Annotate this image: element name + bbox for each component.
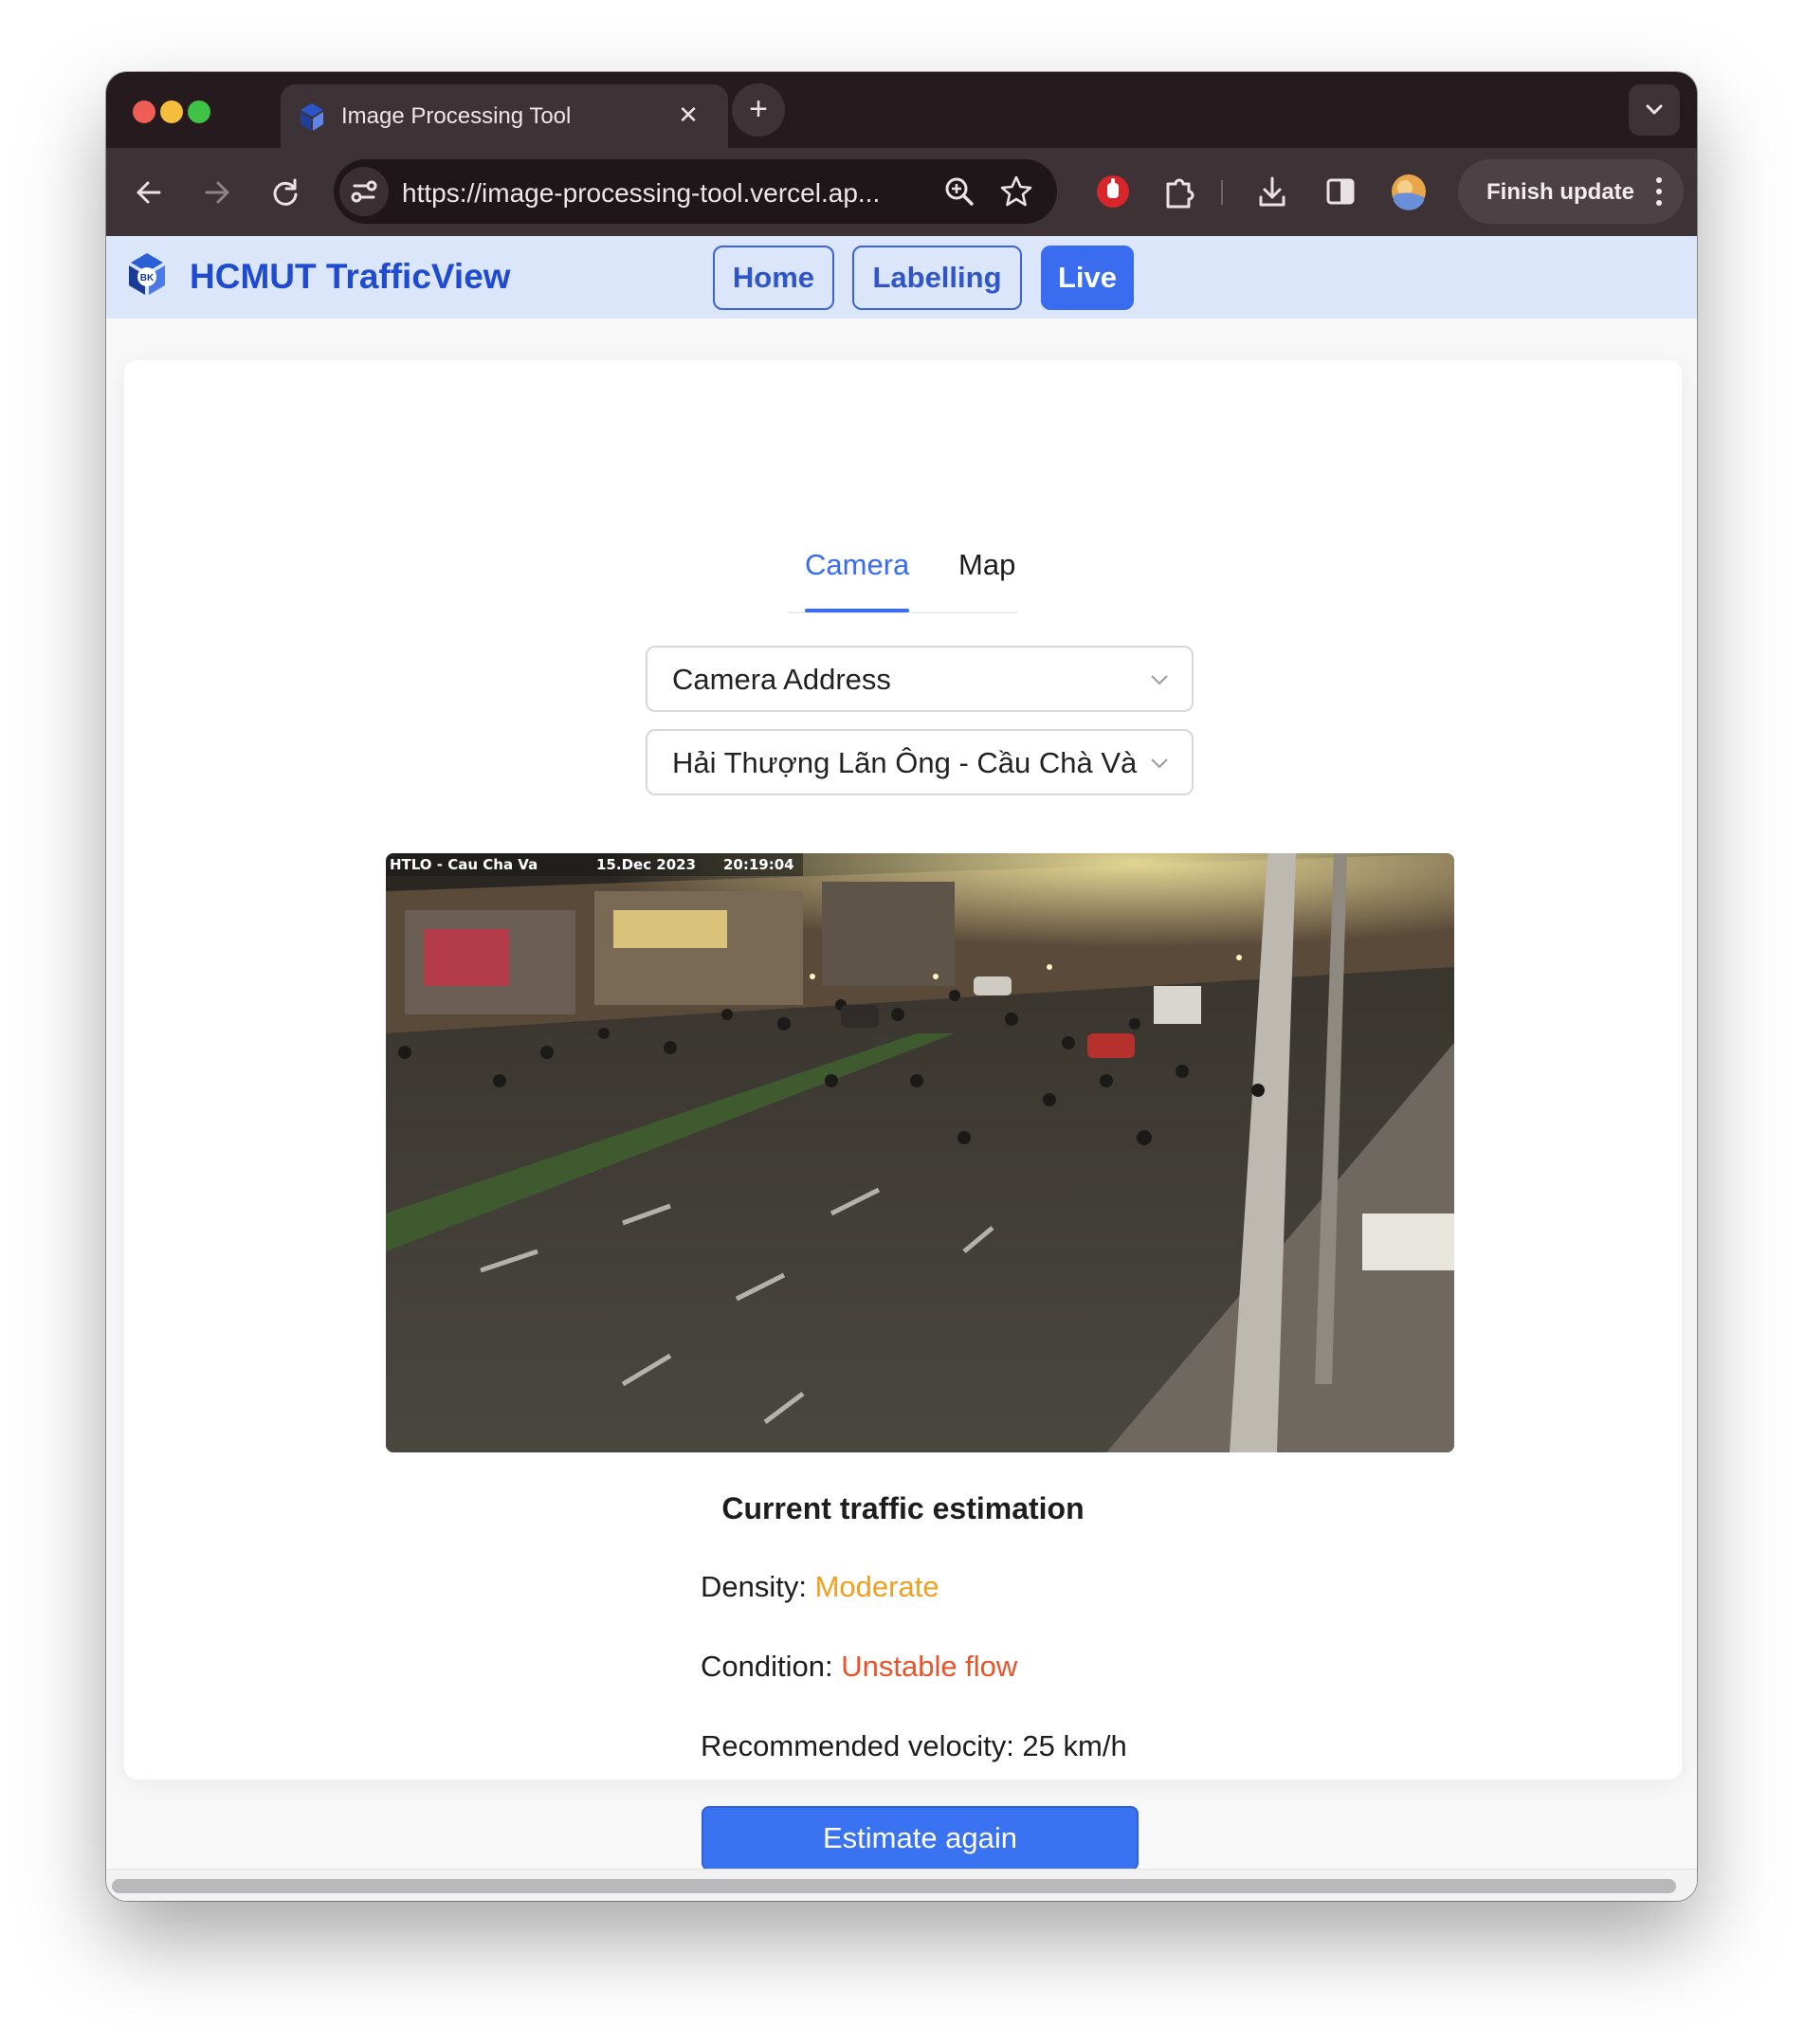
nav-labelling-button[interactable]: Labelling <box>852 246 1022 310</box>
nav-home-button[interactable]: Home <box>713 246 834 310</box>
condition-value: Unstable flow <box>841 1650 1018 1683</box>
app-favicon-icon <box>301 103 323 131</box>
tab-strip: Image Processing Tool ✕ + <box>106 72 1697 148</box>
camera-select-value: Hải Thượng Lãn Ông - Cầu Chà Và <box>672 746 1138 779</box>
toolbar-divider <box>1221 180 1223 205</box>
camera-overlay-location: HTLO - Cau Cha Va <box>390 856 538 873</box>
estimate-again-button[interactable]: Estimate again <box>702 1806 1139 1871</box>
density-label: Density: <box>701 1570 807 1603</box>
tab-map[interactable]: Map <box>958 548 1015 582</box>
finish-update-label: Finish update <box>1486 179 1634 205</box>
density-line: Density: Moderate <box>701 1570 939 1604</box>
density-value: Moderate <box>814 1570 939 1603</box>
reload-icon[interactable] <box>262 169 309 216</box>
camera-feed-image: HTLO - Cau Cha Va 15.Dec 2023 20:19:04 <box>386 853 1454 1452</box>
camera-address-value: Camera Address <box>672 663 891 696</box>
maximize-window-button[interactable] <box>188 100 210 123</box>
download-icon[interactable] <box>1251 167 1293 216</box>
forward-icon[interactable] <box>193 169 241 216</box>
camera-overlay-date: 15.Dec 2023 <box>596 856 696 873</box>
condition-line: Condition: Unstable flow <box>701 1650 1017 1684</box>
app-header: BK HCMUT TrafficView Home Labelling Live <box>106 236 1697 319</box>
close-window-button[interactable] <box>133 100 155 123</box>
back-icon[interactable] <box>125 169 173 216</box>
tab-camera[interactable]: Camera <box>805 548 909 582</box>
browser-window: Image Processing Tool ✕ + https://image-… <box>106 72 1697 1901</box>
minimize-window-button[interactable] <box>160 100 183 123</box>
profile-avatar-icon[interactable] <box>1388 167 1430 216</box>
page-viewport: BK HCMUT TrafficView Home Labelling Live… <box>106 236 1697 1901</box>
chevron-down-icon <box>1151 675 1168 685</box>
url-text: https://image-processing-tool.vercel.ap.… <box>402 178 881 208</box>
horizontal-scrollbar-thumb[interactable] <box>112 1879 1676 1893</box>
extensions-puzzle-icon[interactable] <box>1158 167 1200 216</box>
hcmut-logo-icon: BK <box>129 253 165 295</box>
extension-blocker-icon[interactable] <box>1092 167 1134 216</box>
side-panel-icon[interactable] <box>1320 167 1361 216</box>
velocity-line: Recommended velocity: 25 km/h <box>701 1729 1127 1762</box>
live-card: Camera Map Camera Address Hải Thượng Lãn… <box>124 360 1682 1871</box>
traffic-estimation-title: Current traffic estimation <box>721 1491 1085 1525</box>
camera-overlay-time: 20:19:04 <box>723 856 794 873</box>
tab-search-button[interactable] <box>1629 84 1680 136</box>
bookmark-star-icon[interactable] <box>997 173 1035 210</box>
address-bar[interactable]: https://image-processing-tool.vercel.ap.… <box>334 159 1057 224</box>
browser-toolbar: https://image-processing-tool.vercel.ap.… <box>106 148 1697 236</box>
condition-label: Condition: <box>701 1650 833 1683</box>
more-vert-icon <box>1656 177 1662 206</box>
camera-address-select[interactable]: Camera Address <box>646 646 1194 712</box>
browser-tab[interactable]: Image Processing Tool ✕ <box>281 84 728 148</box>
finish-update-button[interactable]: Finish update <box>1458 159 1684 224</box>
new-tab-button[interactable]: + <box>732 83 785 137</box>
active-tab-indicator <box>805 609 909 612</box>
chevron-down-icon <box>1646 104 1663 115</box>
chevron-down-icon <box>1151 758 1168 769</box>
tab-title: Image Processing Tool <box>341 103 572 129</box>
tab-close-icon[interactable]: ✕ <box>671 98 705 132</box>
brand-title: HCMUT TrafficView <box>190 257 511 296</box>
zoom-icon[interactable] <box>940 173 978 210</box>
nav-live-button[interactable]: Live <box>1041 246 1134 310</box>
svg-text:BK: BK <box>140 273 155 283</box>
camera-select[interactable]: Hải Thượng Lãn Ông - Cầu Chà Và <box>646 729 1194 795</box>
site-settings-icon[interactable] <box>339 167 389 216</box>
